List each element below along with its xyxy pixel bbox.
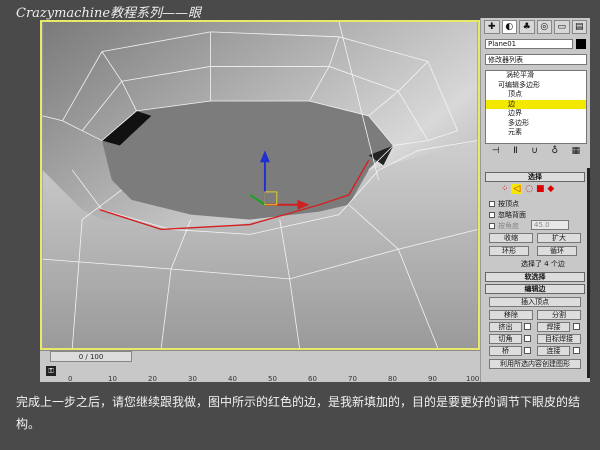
bridge-settings-icon[interactable] [524,347,531,354]
tutorial-caption: 完成上一步之后，请您继续跟我做，图中所示的红色的边，是我新填加的，目的是要更好的… [16,395,581,431]
perspective-viewport[interactable] [40,20,480,350]
configure-sets-icon[interactable]: ▦ [572,146,581,160]
by-angle-checkbox[interactable]: 按角度 [489,221,519,231]
element-mode-icon[interactable]: ◆ [547,184,554,194]
display-icon[interactable]: ▭ [554,20,570,34]
by-vertex-label: 按顶点 [498,200,519,208]
loop-button[interactable]: 循环 [537,246,577,256]
create-shape-button[interactable]: 利用所选内容创建图形 [489,359,581,369]
tick-label: 90 [428,375,437,383]
ring-button[interactable]: 环形 [489,246,529,256]
track-bar[interactable]: ⚿ 0 10 20 30 40 50 60 70 80 90 100 [40,362,480,383]
tick-label: 80 [388,375,397,383]
tick-label: 40 [228,375,237,383]
connect-settings-icon[interactable] [573,347,580,354]
mesh-view [42,22,478,348]
tick-label: 10 [108,375,117,383]
connect-button[interactable]: 连接 [537,346,570,356]
stack-item-edge[interactable]: 边 [486,99,586,109]
panel-scrollbar[interactable] [587,168,590,378]
utilities-icon[interactable]: ▤ [571,20,587,34]
show-end-result-icon[interactable]: Ⅱ [513,146,517,160]
polygon-mode-icon[interactable]: ■ [536,184,545,194]
object-name-input[interactable]: Plane01 [485,39,573,49]
ignore-backfacing-checkbox[interactable]: 忽略背面 [489,210,526,220]
create-icon[interactable]: ✚ [484,20,500,34]
motion-icon[interactable]: ◎ [536,20,552,34]
remove-button[interactable]: 移除 [489,310,533,320]
key-mode-icon[interactable]: ⚿ [46,366,56,376]
shrink-button[interactable]: 收缩 [489,233,533,243]
modifier-list-dropdown[interactable]: 修改器列表 [485,54,587,65]
soft-selection-rollout[interactable]: 软选择 [485,272,585,282]
selection-rollout[interactable]: 选择 [485,172,585,182]
modify-icon[interactable]: ◐ [501,20,517,34]
stack-item-element[interactable]: 元素 [486,128,586,138]
tick-label: 30 [188,375,197,383]
chamfer-button[interactable]: 切角 [489,334,522,344]
weld-settings-icon[interactable] [573,323,580,330]
selection-status: 选择了 4 个边 [521,260,565,268]
tick-label: 60 [308,375,317,383]
tick-label: 70 [348,375,357,383]
angle-spinner[interactable]: 45.0 [531,220,569,230]
tick-label: 0 [68,375,73,383]
time-slider[interactable]: 0 / 100 [50,351,132,362]
vertex-mode-icon[interactable]: ⁘ [501,184,509,194]
border-mode-icon[interactable]: ◌ [525,184,533,194]
command-panel: ✚ ◐ ♣ ◎ ▭ ▤ Plane01 修改器列表 涡轮平滑 可编辑多边形 顶点… [480,18,590,382]
split-button[interactable]: 分割 [537,310,581,320]
tick-label: 20 [148,375,157,383]
by-vertex-checkbox[interactable]: 按顶点 [489,199,519,209]
make-unique-icon[interactable]: ∪ [531,146,538,160]
tick-label: 100 [466,375,480,383]
insert-vertex-button[interactable]: 插入顶点 [489,297,581,307]
stack-item-polygon[interactable]: 多边形 [486,119,586,129]
object-color-swatch[interactable] [576,39,586,49]
tick-label: 50 [268,375,277,383]
by-angle-label: 按角度 [498,222,519,230]
grow-button[interactable]: 扩大 [537,233,581,243]
page-title: Crazymachine教程系列——眼 [16,6,202,21]
remove-modifier-icon[interactable]: ♁ [551,146,558,160]
edit-edges-rollout[interactable]: 编辑边 [485,284,585,294]
edge-mode-icon[interactable]: ◁ [511,184,523,194]
time-slider-bar[interactable]: 0 / 100 [40,350,480,362]
chamfer-settings-icon[interactable] [524,335,531,342]
target-weld-button[interactable]: 目标焊接 [537,334,581,344]
extrude-settings-icon[interactable] [524,323,531,330]
ignore-backfacing-label: 忽略背面 [498,211,526,219]
stack-item-vertex[interactable]: 顶点 [486,90,586,100]
extrude-button[interactable]: 挤出 [489,322,522,332]
hierarchy-icon[interactable]: ♣ [519,20,535,34]
stack-item-editable-poly[interactable]: 可编辑多边形 [486,81,586,91]
pin-stack-icon[interactable]: ⊣ [492,146,500,160]
modifier-stack: 涡轮平滑 可编辑多边形 顶点 边 边界 多边形 元素 [485,70,587,144]
stack-item-border[interactable]: 边界 [486,109,586,119]
bridge-button[interactable]: 桥 [489,346,522,356]
stack-item-turbosmooth[interactable]: 涡轮平滑 [486,71,586,81]
weld-button[interactable]: 焊接 [537,322,570,332]
